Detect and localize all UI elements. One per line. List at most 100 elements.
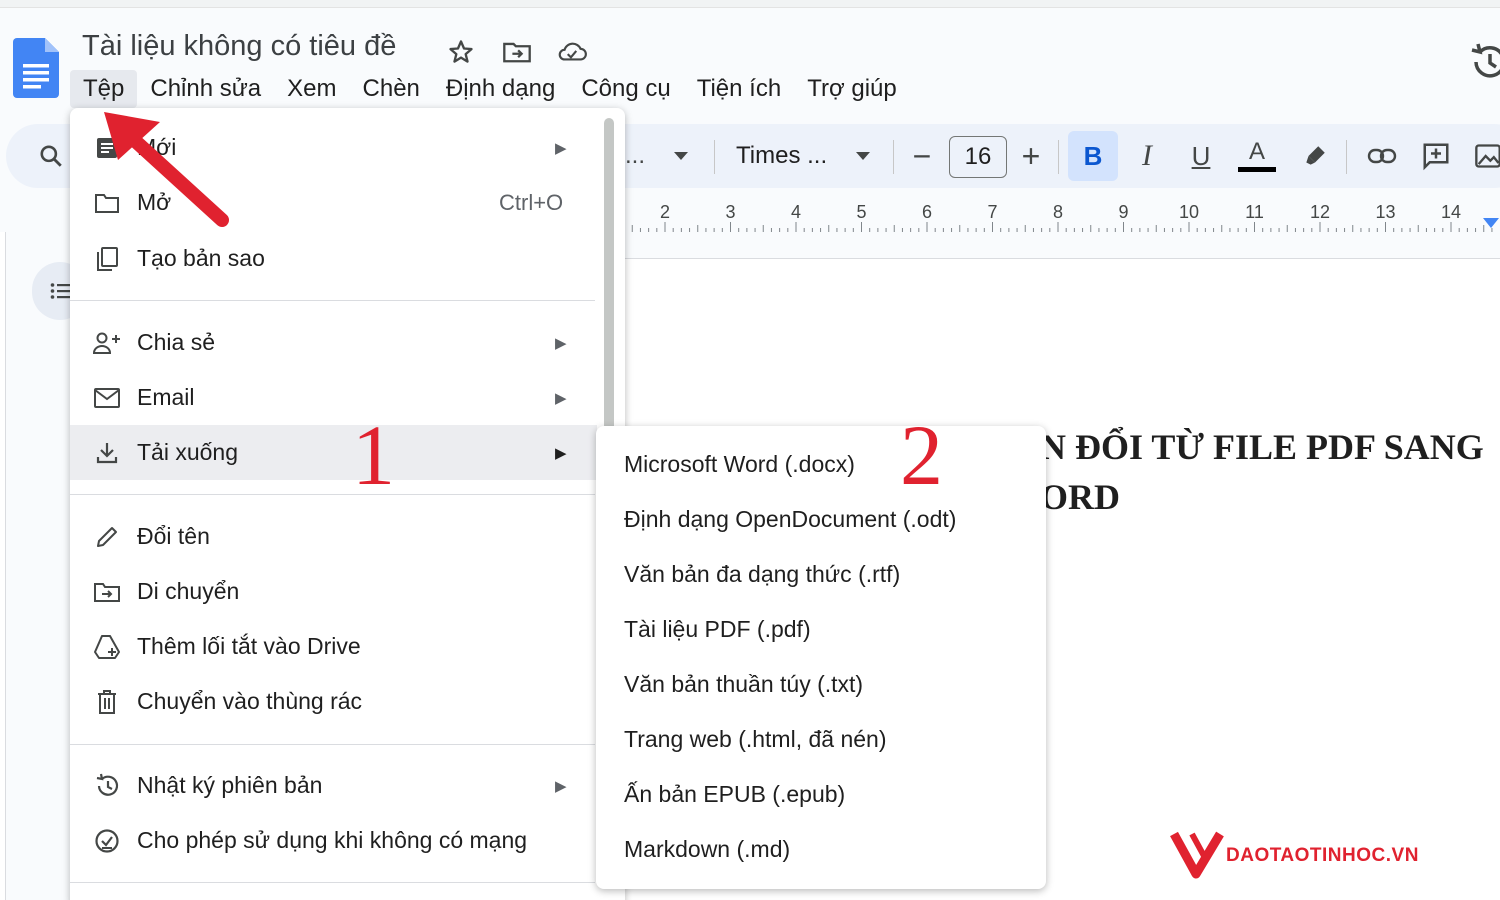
move-folder-icon[interactable] bbox=[501, 36, 533, 68]
font-family-select[interactable]: Times ... bbox=[736, 124, 836, 188]
trash-icon bbox=[92, 687, 122, 717]
cloud-status-icon[interactable] bbox=[556, 36, 588, 68]
history-icon bbox=[92, 771, 122, 801]
outline-list-icon bbox=[50, 283, 71, 299]
download-option-html[interactable]: Trang web (.html, đã nén) bbox=[596, 712, 1046, 767]
download-icon bbox=[92, 438, 122, 468]
file-menu-item-label: Chuyển vào thùng rác bbox=[137, 688, 363, 714]
insert-link-icon[interactable] bbox=[1364, 124, 1400, 188]
ruler-number: 3 bbox=[725, 202, 736, 222]
menu-view[interactable]: Xem bbox=[274, 70, 349, 108]
submenu-arrow-icon: ▶ bbox=[555, 389, 567, 407]
drive-shortcut-icon bbox=[92, 632, 122, 662]
file-menu-item-label: Nhật ký phiên bản bbox=[137, 772, 323, 798]
ruler-number: 14 bbox=[1440, 202, 1462, 222]
file-menu-item-email[interactable]: Email ▶ bbox=[70, 370, 597, 425]
red-arrow-annotation-icon bbox=[104, 112, 229, 227]
ruler-number: 13 bbox=[1375, 202, 1396, 222]
google-docs-logo-icon[interactable] bbox=[13, 38, 59, 98]
ruler-number: 7 bbox=[987, 202, 998, 222]
increase-font-size-button[interactable]: + bbox=[1015, 124, 1047, 188]
ruler-number: 5 bbox=[856, 202, 867, 222]
download-option-pdf[interactable]: Tài liệu PDF (.pdf) bbox=[596, 602, 1046, 657]
ruler-number: 2 bbox=[659, 202, 671, 222]
menu-divider bbox=[70, 300, 595, 301]
email-icon bbox=[92, 383, 122, 413]
submenu-arrow-icon: ▶ bbox=[555, 777, 567, 795]
font-dropdown-chevron-icon[interactable] bbox=[850, 124, 876, 188]
file-menu-scrollbar[interactable] bbox=[604, 118, 614, 436]
star-icon[interactable] bbox=[445, 36, 477, 68]
ruler-number: 12 bbox=[1309, 202, 1331, 222]
submenu-arrow-icon: ▶ bbox=[555, 444, 567, 462]
download-option-txt[interactable]: Văn bản thuần túy (.txt) bbox=[596, 657, 1046, 712]
watermark-text: DAOTAOTINHOC.VN bbox=[1226, 845, 1419, 866]
style-select[interactable]: ... bbox=[625, 124, 645, 188]
file-menu-item-label: Chia sẻ bbox=[137, 329, 215, 355]
font-size-input[interactable]: 16 bbox=[949, 136, 1007, 178]
submenu-arrow-icon: ▶ bbox=[555, 334, 567, 352]
document-heading-line-2[interactable]: ORD bbox=[1040, 476, 1120, 518]
menu-file[interactable]: Tệp bbox=[70, 70, 138, 108]
file-menu-item-share[interactable]: Chia sẻ ▶ bbox=[70, 315, 597, 370]
document-title[interactable]: Tài liệu không có tiêu đề bbox=[82, 30, 396, 63]
decrease-font-size-button[interactable]: − bbox=[906, 124, 938, 188]
submenu-arrow-icon: ▶ bbox=[555, 139, 567, 157]
right-indent-marker-icon bbox=[1483, 218, 1499, 228]
ruler-number: 10 bbox=[1178, 202, 1200, 222]
menu-divider bbox=[70, 744, 595, 745]
file-menu-item-move[interactable]: Di chuyển bbox=[70, 564, 597, 619]
left-page-edge bbox=[0, 232, 6, 900]
search-menus-icon[interactable] bbox=[30, 124, 72, 188]
add-comment-icon[interactable] bbox=[1418, 124, 1454, 188]
ruler-number: 4 bbox=[790, 202, 802, 222]
share-person-icon bbox=[92, 328, 122, 358]
document-heading-line-1[interactable]: N ĐỔI TỪ FILE PDF SANG bbox=[1040, 426, 1484, 468]
file-menu-item-download[interactable]: Tải xuống ▶ bbox=[70, 425, 597, 480]
download-option-docx[interactable]: Microsoft Word (.docx) bbox=[596, 437, 1046, 492]
menu-extensions[interactable]: Tiện ích bbox=[684, 70, 794, 108]
move-folder-icon bbox=[92, 577, 122, 607]
toolbar-divider bbox=[714, 140, 715, 174]
file-menu-item-label: Email bbox=[137, 384, 195, 410]
file-menu-item-version-history[interactable]: Nhật ký phiên bản ▶ bbox=[70, 758, 597, 813]
italic-button[interactable]: I bbox=[1130, 124, 1164, 188]
ruler-number: 11 bbox=[1245, 202, 1264, 222]
file-menu-item-label: Tải xuống bbox=[137, 439, 239, 465]
download-option-epub[interactable]: Ấn bản EPUB (.epub) bbox=[596, 767, 1046, 822]
underline-button[interactable]: U bbox=[1184, 124, 1218, 188]
download-option-odt[interactable]: Định dạng OpenDocument (.odt) bbox=[596, 492, 1046, 547]
style-dropdown-chevron-icon[interactable] bbox=[668, 124, 694, 188]
file-menu-item-label: Đổi tên bbox=[137, 523, 210, 549]
download-option-rtf[interactable]: Văn bản đa dạng thức (.rtf) bbox=[596, 547, 1046, 602]
download-option-markdown[interactable]: Markdown (.md) bbox=[596, 822, 1046, 877]
menu-help[interactable]: Trợ giúp bbox=[794, 70, 910, 108]
bold-button[interactable]: B bbox=[1068, 131, 1118, 181]
menu-insert[interactable]: Chèn bbox=[350, 70, 433, 108]
file-menu-item-make-available-offline[interactable]: Cho phép sử dụng khi không có mạng bbox=[70, 813, 597, 868]
menu-divider bbox=[70, 494, 595, 495]
copy-icon bbox=[92, 244, 122, 274]
text-color-swatch bbox=[1238, 167, 1276, 172]
step-number-2: 2 bbox=[900, 407, 943, 503]
step-number-1: 1 bbox=[352, 407, 395, 503]
menu-format[interactable]: Định dạng bbox=[433, 70, 568, 108]
toolbar-divider bbox=[1346, 140, 1347, 174]
file-menu-item-label: Cho phép sử dụng khi không có mạng bbox=[137, 827, 528, 853]
insert-image-icon[interactable] bbox=[1474, 124, 1500, 188]
ruler-number: 6 bbox=[921, 202, 933, 222]
menu-tools[interactable]: Công cụ bbox=[568, 70, 683, 108]
version-history-icon[interactable] bbox=[1468, 42, 1500, 82]
menu-edit[interactable]: Chỉnh sửa bbox=[137, 70, 274, 108]
highlighter-icon[interactable] bbox=[1298, 124, 1332, 188]
file-menu-item-make-copy[interactable]: Tạo bản sao bbox=[70, 231, 597, 286]
toolbar-divider bbox=[1058, 140, 1059, 174]
menu-divider bbox=[70, 882, 595, 883]
file-menu-item-label: Di chuyển bbox=[137, 578, 240, 604]
ruler-number: 9 bbox=[1118, 202, 1129, 222]
file-menu-item-add-shortcut[interactable]: Thêm lối tắt vào Drive bbox=[70, 619, 597, 674]
text-color-button[interactable]: A bbox=[1238, 124, 1276, 188]
file-menu-item-label: Thêm lối tắt vào Drive bbox=[137, 633, 361, 659]
file-menu-item-move-to-trash[interactable]: Chuyển vào thùng rác bbox=[70, 674, 597, 729]
file-menu-item-rename[interactable]: Đổi tên bbox=[70, 509, 597, 564]
